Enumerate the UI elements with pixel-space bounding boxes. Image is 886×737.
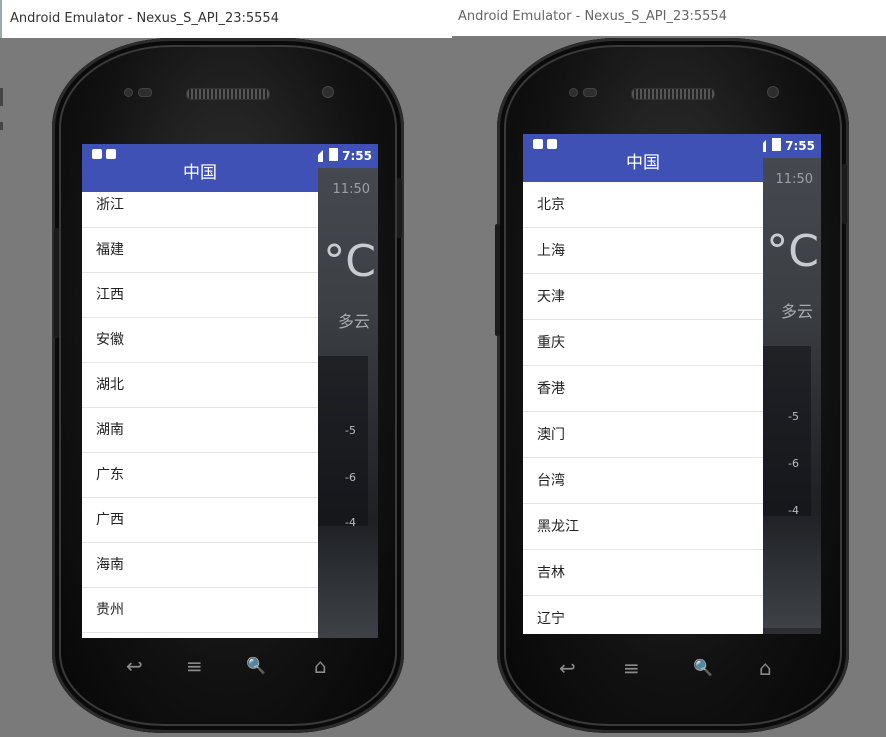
power-button[interactable] [397,178,402,238]
menu-icon[interactable]: ≡ [186,654,203,678]
camera-icon [322,86,334,98]
power-button[interactable] [842,164,847,224]
window-title-right: Android Emulator - Nexus_S_API_23:5554 [452,0,886,36]
status-time: 7:55 [342,149,372,163]
home-icon[interactable]: ⌂ [314,654,327,678]
list-item[interactable]: 浙江 [82,188,318,228]
volume-button[interactable] [54,228,59,338]
list-item[interactable]: 安徽 [82,318,318,363]
forecast-value: -5 [345,424,356,437]
screen: 7:55 11:50 °C 多云 -5 -6 -4 中国 北京 上海 天津 重庆… [523,134,821,634]
list-item[interactable]: 福建 [82,228,318,273]
list-item[interactable]: 黑龙江 [523,504,763,550]
back-icon[interactable]: ↩ [559,656,576,680]
battery-icon [329,148,339,161]
volume-button[interactable] [495,224,500,336]
list-item[interactable]: 湖北 [82,363,318,408]
weather-description: 多云 [780,302,813,321]
list-item[interactable]: 香港 [523,366,763,412]
list-item[interactable]: 湖南 [82,408,318,453]
forecast-value: -5 [788,410,799,423]
edge-marker [0,88,3,106]
list-item[interactable]: 澳门 [523,412,763,458]
drawer-header: 中国 [523,134,763,182]
sensor-icon [138,88,152,97]
forecast-value: -4 [788,504,799,517]
province-list: 浙江 福建 江西 安徽 湖北 湖南 广东 广西 海南 贵州 [82,188,318,633]
list-item[interactable]: 上海 [523,228,763,274]
weather-temperature: °C [766,226,819,277]
province-list: 北京 上海 天津 重庆 香港 澳门 台湾 黑龙江 吉林 辽宁 [523,182,763,634]
list-item[interactable]: 贵州 [82,588,318,633]
drawer-title: 中国 [183,163,217,183]
weather-time: 11:50 [332,182,370,197]
sensor-icon [569,88,578,97]
list-item[interactable]: 广东 [82,453,318,498]
home-icon[interactable]: ⌂ [759,656,772,680]
sensor-icon [124,88,133,97]
menu-icon[interactable]: ≡ [623,656,640,680]
weather-temperature: °C [323,236,376,287]
screen: 7:55 11:50 °C 多云 -5 -6 -4 中国 浙江 福建 江西 安徽… [82,144,378,638]
forecast-value: -6 [788,457,799,470]
edge-marker [0,122,3,130]
camera-icon [767,86,779,98]
list-item[interactable]: 广西 [82,498,318,543]
drawer-title: 中国 [626,153,660,173]
emulator-phone-left: 7:55 11:50 °C 多云 -5 -6 -4 中国 浙江 福建 江西 安徽… [52,38,404,733]
list-item[interactable]: 天津 [523,274,763,320]
forecast-panel [761,346,811,516]
navigation-bar: ↩ ≡ 🔍 ⌂ [52,648,404,688]
speaker-grille [631,88,715,100]
search-icon[interactable]: 🔍 [693,658,713,677]
list-item[interactable]: 北京 [523,182,763,228]
forecast-panel [318,356,368,526]
list-item[interactable]: 吉林 [523,550,763,596]
list-item[interactable]: 江西 [82,273,318,318]
navigation-bar: ↩ ≡ 🔍 ⌂ [497,650,849,690]
weather-time: 11:50 [775,172,813,187]
status-right: 7:55 [754,138,815,153]
province-drawer: 中国 北京 上海 天津 重庆 香港 澳门 台湾 黑龙江 吉林 辽宁 [523,134,763,634]
back-icon[interactable]: ↩ [126,654,143,678]
forecast-value: -6 [345,471,356,484]
search-icon[interactable]: 🔍 [246,656,266,675]
window-title-left: Android Emulator - Nexus_S_API_23:5554 [0,0,452,38]
status-right: 7:55 [311,148,372,163]
weather-description: 多云 [337,312,370,331]
sensor-icon [583,88,597,97]
forecast-value: -4 [345,516,356,529]
battery-icon [772,138,782,151]
speaker-grille [186,88,270,100]
list-item[interactable]: 辽宁 [523,596,763,634]
list-item[interactable]: 台湾 [523,458,763,504]
province-drawer: 中国 浙江 福建 江西 安徽 湖北 湖南 广东 广西 海南 贵州 [82,144,318,638]
emulator-phone-right: 7:55 11:50 °C 多云 -5 -6 -4 中国 北京 上海 天津 重庆… [495,38,849,733]
drawer-header: 中国 [82,144,318,192]
list-item[interactable]: 重庆 [523,320,763,366]
list-item[interactable]: 海南 [82,543,318,588]
status-time: 7:55 [785,139,815,153]
